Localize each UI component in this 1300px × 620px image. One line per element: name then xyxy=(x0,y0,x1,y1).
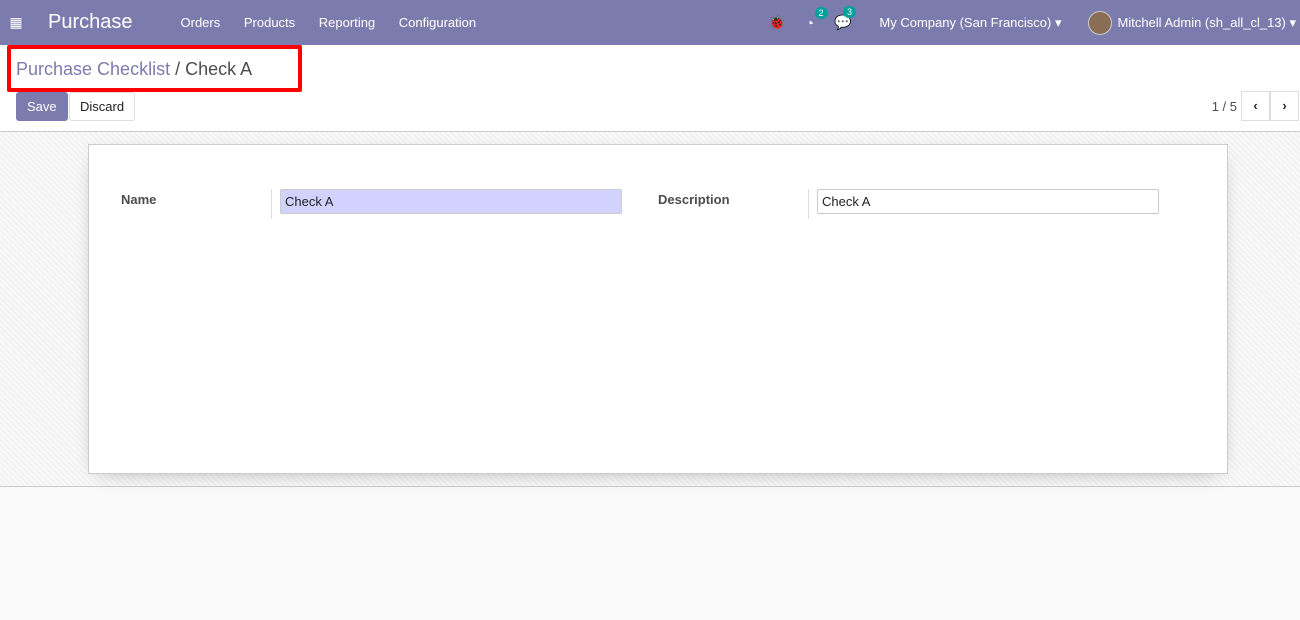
divider xyxy=(271,189,272,219)
save-button[interactable]: Save xyxy=(16,92,68,121)
activity-badge: 2 xyxy=(814,6,828,19)
apps-menu-icon[interactable]: ▦ xyxy=(0,14,32,31)
pager-next-button[interactable]: › xyxy=(1270,91,1299,121)
company-switcher[interactable]: My Company (San Francisco) ▾ xyxy=(879,15,1061,31)
name-label: Name xyxy=(121,192,157,207)
company-name: My Company (San Francisco) xyxy=(879,14,1052,30)
highlight-box xyxy=(7,45,302,92)
name-input[interactable] xyxy=(280,189,622,214)
debug-bug-icon[interactable]: 🐞 xyxy=(768,14,785,31)
pager-previous-button[interactable]: ‹ xyxy=(1241,91,1270,121)
main-menu: Orders Products Reporting Configuration xyxy=(181,15,497,30)
menu-configuration[interactable]: Configuration xyxy=(399,15,476,30)
top-navbar: ▦ Purchase Orders Products Reporting Con… xyxy=(0,0,1300,45)
messages-badge: 3 xyxy=(842,6,856,18)
user-menu[interactable]: Mitchell Admin (sh_all_cl_13) ▾ xyxy=(1118,15,1297,31)
discard-button[interactable]: Discard xyxy=(69,92,136,121)
menu-products[interactable]: Products xyxy=(244,15,295,30)
description-label: Description xyxy=(658,192,730,207)
menu-reporting[interactable]: Reporting xyxy=(319,15,375,30)
activity-clock-icon[interactable]: ◔ 2 xyxy=(806,6,828,31)
user-avatar[interactable] xyxy=(1087,10,1112,35)
user-name: Mitchell Admin (sh_all_cl_13) xyxy=(1117,14,1286,30)
divider xyxy=(808,189,809,219)
messages-chat-icon[interactable]: 💬 3 xyxy=(834,6,856,31)
app-name[interactable]: Purchase xyxy=(48,11,133,34)
description-input[interactable] xyxy=(817,189,1159,214)
pager-value: 1 / 5 xyxy=(1211,99,1237,114)
form-view: Name Description xyxy=(0,132,1300,487)
menu-orders[interactable]: Orders xyxy=(181,15,221,30)
form-sheet: Name Description xyxy=(88,144,1228,474)
